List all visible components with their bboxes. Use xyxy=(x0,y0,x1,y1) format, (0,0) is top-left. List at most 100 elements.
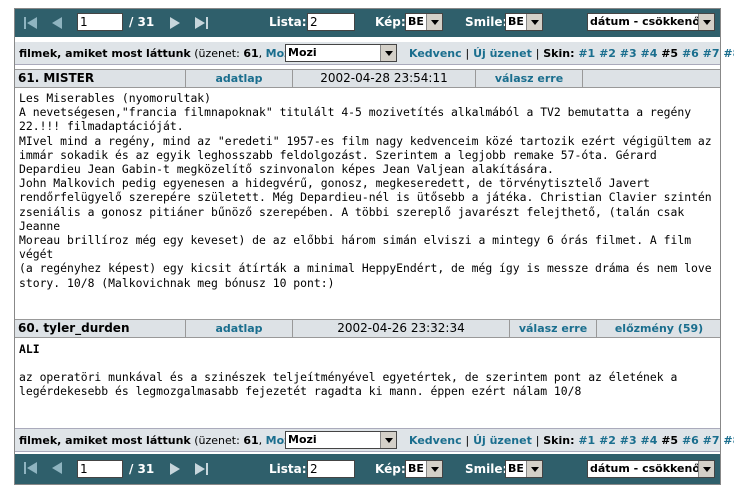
top-nav-bar: / 31 Lista: Kép: BE Smile: BE dátum - cs… xyxy=(15,9,720,37)
skin-link-6[interactable]: #6 xyxy=(682,47,699,60)
lista-input[interactable] xyxy=(307,13,355,31)
skin-link-8[interactable]: #8 xyxy=(723,434,734,447)
page-total: / 31 xyxy=(129,462,155,476)
chevron-down-icon xyxy=(380,45,396,61)
lista-label: Lista: xyxy=(269,462,307,476)
comment-header-empty-cell xyxy=(582,70,721,87)
topic-title: filmek, amiket most láttunk (üzenet: 61,… xyxy=(19,47,299,60)
topic-links: Kedvenc | Új üzenet | Skin: #1 #2 #3 #4 … xyxy=(409,47,734,60)
first-page-icon[interactable] xyxy=(23,460,39,476)
comment-author[interactable]: 61. MISTER xyxy=(18,70,186,87)
kedvenc-link[interactable]: Kedvenc xyxy=(409,434,462,447)
skin-link-3[interactable]: #3 xyxy=(620,47,637,60)
message-count: 61 xyxy=(243,434,259,447)
prev-page-icon[interactable] xyxy=(49,15,65,31)
forum-frame: / 31 Lista: Kép: BE Smile: BE dátum - cs… xyxy=(14,8,734,485)
category-select-value: Mozi xyxy=(288,46,317,59)
count-prefix: (üzenet: xyxy=(190,47,244,60)
bottom-nav-bar: / 31 Lista: Kép: BE Smile: BE dátum - cs… xyxy=(15,454,720,484)
separator: | xyxy=(465,434,470,447)
kep-select[interactable]: BE xyxy=(405,460,443,478)
kep-select-value: BE xyxy=(408,15,424,28)
comment-date: 2002-04-26 23:32:34 xyxy=(292,320,509,337)
skin-label: Skin: xyxy=(543,434,575,447)
next-page-icon[interactable] xyxy=(167,461,183,477)
chevron-down-icon xyxy=(380,432,396,448)
next-page-icon[interactable] xyxy=(167,15,183,31)
kedvenc-link[interactable]: Kedvenc xyxy=(409,47,462,60)
skin-link-2[interactable]: #2 xyxy=(599,434,616,447)
count-sep: , xyxy=(258,434,266,447)
comment-text: az operatöri munkával és a szinészek tel… xyxy=(19,370,678,399)
comment-body: Les Miserables (nyomorultak) A nevetsége… xyxy=(19,91,712,290)
reply-link[interactable]: válasz erre xyxy=(509,320,596,337)
smile-select[interactable]: BE xyxy=(505,13,543,31)
smile-label: Smile: xyxy=(465,15,508,29)
category-select[interactable]: Mozi xyxy=(285,431,397,449)
sort-select[interactable]: dátum - csökkenő xyxy=(587,460,715,478)
kep-select-value: BE xyxy=(408,462,424,475)
topic-links: Kedvenc | Új üzenet | Skin: #1 #2 #3 #4 … xyxy=(409,434,734,447)
sort-select-value: dátum - csökkenő xyxy=(590,15,700,28)
chevron-down-icon xyxy=(698,461,714,477)
comment-date: 2002-04-28 23:54:11 xyxy=(292,70,475,87)
separator: | xyxy=(535,47,540,60)
comment-header: 61. MISTER adatlap 2002-04-28 23:54:11 v… xyxy=(15,69,720,88)
count-prefix: (üzenet: xyxy=(190,434,244,447)
lista-label: Lista: xyxy=(269,15,307,29)
adatlap-link[interactable]: adatlap xyxy=(185,320,292,337)
kep-select[interactable]: BE xyxy=(405,13,443,31)
kep-label: Kép: xyxy=(375,15,406,29)
topic-title: filmek, amiket most láttunk (üzenet: 61,… xyxy=(19,434,299,447)
adatlap-link[interactable]: adatlap xyxy=(185,70,292,87)
smile-select[interactable]: BE xyxy=(505,460,543,478)
kep-label: Kép: xyxy=(375,462,406,476)
separator: | xyxy=(465,47,470,60)
page-number-input[interactable] xyxy=(77,13,123,31)
first-page-icon[interactable] xyxy=(23,15,39,31)
topic-info-bar: filmek, amiket most láttunk (üzenet: 61,… xyxy=(15,42,734,65)
comment-header: 60. tyler_durden adatlap 2002-04-26 23:3… xyxy=(15,319,720,338)
skin-link-4[interactable]: #4 xyxy=(641,434,658,447)
topic-title-text: filmek, amiket most láttunk xyxy=(19,434,191,447)
last-page-icon[interactable] xyxy=(193,461,209,477)
history-link[interactable]: előzmény (59) xyxy=(596,320,721,337)
category-select[interactable]: Mozi xyxy=(285,44,397,62)
comment-title: ALI xyxy=(19,342,40,356)
page-total: / 31 xyxy=(129,15,155,29)
category-select-value: Mozi xyxy=(288,433,317,446)
lista-input[interactable] xyxy=(307,460,355,478)
comment-body: ALI az operatöri munkával és a szinészek … xyxy=(19,342,716,399)
skin-link-2[interactable]: #2 xyxy=(599,47,616,60)
chevron-down-icon xyxy=(698,14,714,30)
chevron-down-icon xyxy=(426,461,442,477)
skin-link-1[interactable]: #1 xyxy=(578,47,595,60)
topic-title-text: filmek, amiket most láttunk xyxy=(19,47,191,60)
smile-select-value: BE xyxy=(508,462,524,475)
new-message-link[interactable]: Új üzenet xyxy=(473,434,532,447)
smile-select-value: BE xyxy=(508,15,524,28)
topic-info-bar-bottom: filmek, amiket most láttunk (üzenet: 61,… xyxy=(15,428,734,452)
chevron-down-icon xyxy=(526,461,542,477)
separator: | xyxy=(535,434,540,447)
prev-page-icon[interactable] xyxy=(49,460,65,476)
skin-link-1[interactable]: #1 xyxy=(578,434,595,447)
skin-link-4[interactable]: #4 xyxy=(641,47,658,60)
skin-link-3[interactable]: #3 xyxy=(620,434,637,447)
skin-link-8[interactable]: #8 xyxy=(723,47,734,60)
skin-link-6[interactable]: #6 xyxy=(682,434,699,447)
comment-author[interactable]: 60. tyler_durden xyxy=(18,320,186,337)
new-message-link[interactable]: Új üzenet xyxy=(473,47,532,60)
chevron-down-icon xyxy=(426,14,442,30)
page-number-input[interactable] xyxy=(77,460,123,478)
count-sep: , xyxy=(258,47,266,60)
skin-label: Skin: xyxy=(543,47,575,60)
smile-label: Smile: xyxy=(465,462,508,476)
skin-link-7[interactable]: #7 xyxy=(703,434,720,447)
last-page-icon[interactable] xyxy=(193,15,209,31)
skin-link-7[interactable]: #7 xyxy=(703,47,720,60)
reply-link[interactable]: válasz erre xyxy=(475,70,582,87)
sort-select[interactable]: dátum - csökkenő xyxy=(587,13,715,31)
message-count: 61 xyxy=(243,47,259,60)
